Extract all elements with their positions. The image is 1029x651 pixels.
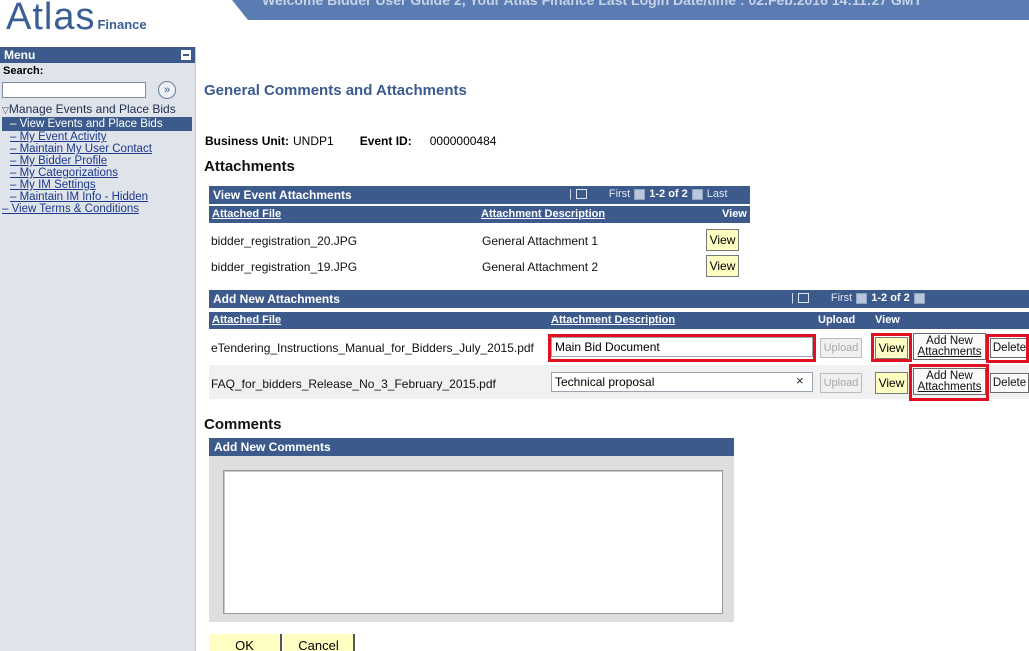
nav-item-user-contact[interactable]: – Maintain My User Contact	[2, 143, 195, 155]
new-row-2-add-new-attachments-button[interactable]: Add New Attachments	[913, 368, 986, 395]
new-attachments-header: Add New Attachments | First 1-2 of 2	[209, 290, 1029, 308]
attachments-heading: Attachments	[204, 158, 295, 175]
nav-group-label: Manage Events and Place Bids	[8, 102, 176, 116]
col-attachment-description[interactable]: Attachment Description	[551, 314, 675, 326]
nav-group-manage-events[interactable]: ▽Manage Events and Place Bids	[2, 101, 195, 117]
col-upload: Upload	[818, 314, 856, 326]
add-new-line-2: Attachments	[917, 346, 982, 358]
col-attached-file[interactable]: Attached File	[212, 314, 281, 326]
last-link[interactable]: Last	[707, 188, 728, 200]
new-row-1-view-button[interactable]: View	[875, 337, 908, 359]
col-view: View	[875, 314, 900, 326]
welcome-text: Welcome Bidder User Guide 2, Your Atlas …	[262, 0, 923, 8]
search-label: Search:	[3, 65, 44, 77]
grid-view-icon[interactable]	[797, 293, 809, 303]
col-attached-file[interactable]: Attached File	[212, 208, 281, 220]
cancel-button[interactable]: Cancel	[284, 634, 355, 651]
expanded-triangle-icon: ▽	[2, 105, 9, 115]
search-input[interactable]	[2, 82, 146, 98]
event-attachments-nav: | First 1-2 of 2 Last	[569, 188, 728, 200]
separator: |	[791, 292, 794, 304]
event-row-2-view-button[interactable]: View	[706, 255, 739, 277]
collapse-icon[interactable]	[181, 50, 191, 60]
new-row-1-add-new-attachments-button[interactable]: Add New Attachments	[913, 333, 986, 360]
prev-arrow-icon[interactable]	[856, 292, 868, 304]
new-attachments-columns: Attached File Attachment Description Upl…	[209, 312, 1029, 329]
new-row-1-upload-button[interactable]: Upload	[820, 338, 862, 358]
new-row-1-file: eTendering_Instructions_Manual_for_Bidde…	[211, 341, 534, 355]
atlas-logo: Atlas Finance	[6, 0, 147, 38]
nav-item-event-activity[interactable]: – My Event Activity	[2, 131, 195, 143]
event-row-2-file: bidder_registration_19.JPG	[211, 260, 358, 274]
nav-item-im-info[interactable]: – Maintain IM Info - Hidden	[2, 191, 195, 203]
search-go-icon[interactable]: »	[158, 81, 176, 99]
prev-arrow-icon[interactable]	[634, 188, 646, 200]
logo-main-text: Atlas	[6, 0, 96, 38]
new-attachments-title: Add New Attachments	[213, 292, 340, 306]
comments-panel-header: Add New Comments	[209, 438, 734, 456]
new-row-2-upload-button[interactable]: Upload	[820, 373, 862, 393]
first-link[interactable]: First	[831, 292, 852, 304]
event-info: Business Unit: UNDP1 Event ID: 000000048…	[205, 134, 496, 148]
new-row-1-description-input[interactable]	[551, 337, 813, 357]
business-unit-value: UNDP1	[293, 134, 334, 148]
comments-heading: Comments	[204, 416, 282, 433]
search-row: »	[0, 79, 195, 101]
menu-title: Menu	[4, 48, 36, 62]
event-row-1-file: bidder_registration_20.JPG	[211, 234, 358, 248]
sidebar: Menu Search: » ▽Manage Events and Place …	[0, 47, 196, 651]
ok-button[interactable]: OK	[209, 634, 282, 651]
clear-icon[interactable]: ×	[796, 373, 804, 388]
nav-item-im-settings[interactable]: – My IM Settings	[2, 179, 195, 191]
grid-view-icon[interactable]	[575, 189, 587, 199]
col-attachment-description[interactable]: Attachment Description	[481, 208, 605, 220]
menu-header: Menu	[0, 47, 195, 63]
col-view: View	[722, 208, 747, 220]
event-row-1-description: General Attachment 1	[482, 234, 599, 248]
first-link[interactable]: First	[609, 188, 630, 200]
event-attachments-title: View Event Attachments	[213, 188, 352, 202]
new-row-2-file: FAQ_for_bidders_Release_No_3_February_20…	[211, 377, 496, 391]
event-attachments-columns: Attached File Attachment Description Vie…	[209, 206, 750, 223]
event-row-2-description: General Attachment 2	[482, 260, 599, 274]
new-row-2-view-button[interactable]: View	[875, 372, 908, 394]
event-id-label: Event ID:	[359, 134, 412, 148]
nav-item-categorizations[interactable]: – My Categorizations	[2, 167, 195, 179]
logo-sub-text: Finance	[97, 17, 147, 32]
nav-item-bidder-profile[interactable]: – My Bidder Profile	[2, 155, 195, 167]
page-root: Atlas Finance Welcome Bidder User Guide …	[0, 0, 1029, 651]
event-id-value: 0000000484	[429, 134, 497, 148]
new-attachments-nav: | First 1-2 of 2	[791, 292, 925, 304]
business-unit-label: Business Unit:	[205, 134, 290, 148]
nav-item-view-events[interactable]: – View Events and Place Bids	[2, 117, 192, 131]
event-row-1-view-button[interactable]: View	[706, 229, 739, 251]
next-arrow-icon[interactable]	[691, 188, 703, 200]
range-text: 1-2 of 2	[871, 292, 910, 304]
new-row-2-delete-button[interactable]: Delete	[990, 373, 1029, 393]
range-text: 1-2 of 2	[649, 188, 688, 200]
add-new-line-2: Attachments	[917, 381, 982, 393]
nav-item-terms[interactable]: – View Terms & Conditions	[2, 203, 195, 215]
new-row-1-delete-button[interactable]: Delete	[990, 338, 1029, 358]
page-title: General Comments and Attachments	[204, 82, 467, 99]
next-arrow-icon[interactable]	[913, 292, 925, 304]
event-attachments-header: View Event Attachments | First 1-2 of 2 …	[209, 186, 750, 204]
nav-menu: ▽Manage Events and Place Bids – View Eve…	[0, 101, 195, 215]
comments-textarea[interactable]	[223, 470, 723, 614]
new-row-2-description-input[interactable]	[551, 372, 813, 392]
separator: |	[569, 188, 572, 200]
